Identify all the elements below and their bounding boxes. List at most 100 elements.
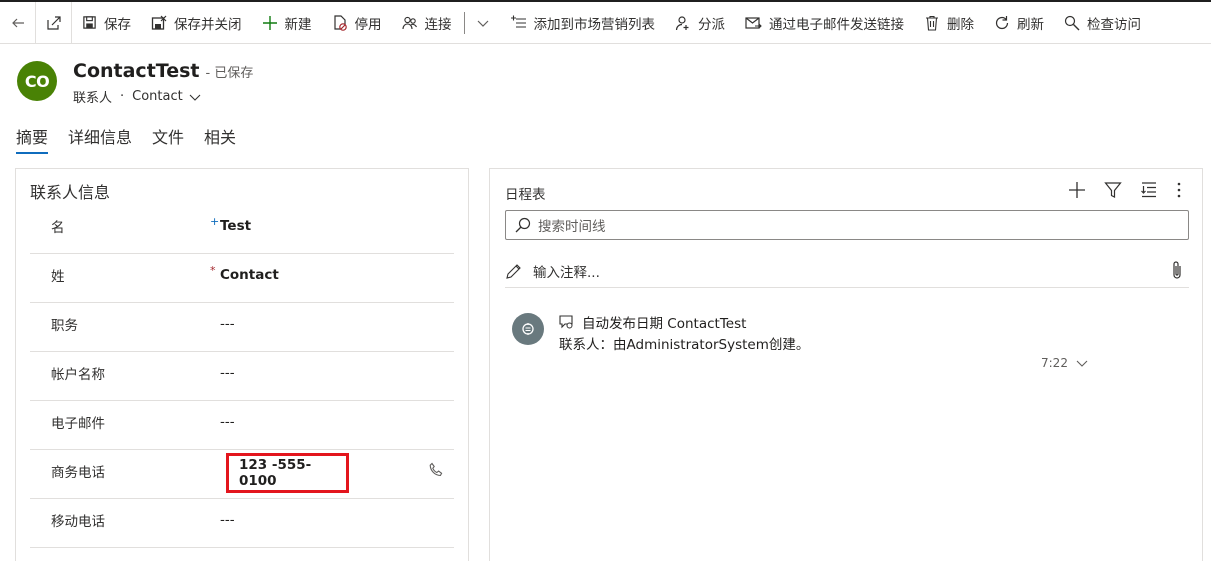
paperclip-icon[interactable] [1171, 260, 1183, 280]
timeline-search-input[interactable]: 搜索时间线 [505, 210, 1189, 240]
more-options-icon[interactable] [1176, 181, 1182, 199]
note-input[interactable]: 输入注释... [505, 255, 1189, 288]
avatar: CO [17, 61, 57, 101]
deactivate-button[interactable]: 停用 [322, 2, 392, 43]
email-link-button[interactable]: 通过电子邮件发送链接 [735, 2, 914, 43]
form-selector[interactable]: 联系人 · Contact [73, 87, 201, 106]
field-mobile-phone: 移动电话 --- [30, 499, 454, 548]
deactivate-icon [333, 14, 347, 31]
connect-label: 连接 [424, 16, 452, 33]
assign-button[interactable]: 分派 [665, 2, 735, 43]
search-placeholder: 搜索时间线 [538, 219, 606, 235]
save-and-close-label: 保存并关闭 [174, 16, 242, 33]
tab-files[interactable]: 文件 [152, 124, 184, 154]
mobile-phone-input[interactable]: --- [220, 512, 235, 528]
section-title: 联系人信息 [30, 183, 111, 202]
last-name-input[interactable]: Contact [220, 267, 279, 283]
activity-time-text: 7:22 [1041, 356, 1068, 370]
save-status: - 已保存 [205, 66, 254, 81]
chevron-down-icon [189, 94, 201, 101]
field-label: 移动电话 [51, 514, 105, 530]
chevron-down-icon [477, 20, 488, 27]
check-access-button[interactable]: 检查访问 [1054, 2, 1151, 43]
field-label: 职务 [51, 318, 78, 334]
field-label: 帐户名称 [51, 367, 105, 383]
activity-avatar [512, 313, 544, 345]
record-title-row: ContactTest - 已保存 [73, 60, 253, 82]
trash-icon [926, 15, 938, 31]
open-in-new-window-button[interactable] [36, 2, 72, 43]
field-email: 电子邮件 --- [30, 401, 454, 450]
separator-dot: · [120, 89, 125, 104]
entity-name: 联系人 [73, 91, 113, 106]
delete-button[interactable]: 删除 [914, 2, 984, 43]
field-last-name: 姓 * Contact [30, 254, 454, 303]
add-to-marketing-list-label: 添加到市场营销列表 [533, 16, 656, 33]
field-account-name: 帐户名称 --- [30, 352, 454, 401]
required-indicator: * [210, 264, 216, 277]
post-type-icon [559, 315, 573, 329]
refresh-button[interactable]: 刷新 [984, 2, 1054, 43]
account-name-lookup[interactable]: --- [220, 365, 235, 381]
search-icon [515, 217, 531, 233]
field-label: 名 [51, 220, 65, 236]
field-job-title: 职务 --- [30, 303, 454, 352]
email-link-label: 通过电子邮件发送链接 [769, 16, 904, 33]
sort-list-icon[interactable] [1140, 181, 1158, 199]
email-link-icon [745, 16, 762, 29]
save-label: 保存 [104, 16, 131, 33]
business-phone-input[interactable]: 123 -555-0100 [226, 453, 349, 493]
add-to-marketing-list-button[interactable]: 添加到市场营销列表 [501, 2, 666, 43]
phone-icon[interactable] [428, 462, 444, 478]
list-add-icon [510, 15, 526, 28]
post-icon [522, 323, 534, 335]
email-input[interactable]: --- [220, 414, 235, 430]
back-button[interactable] [0, 2, 36, 43]
more-connect-options-button[interactable] [471, 2, 501, 43]
recommended-indicator: + [210, 215, 220, 228]
job-title-input[interactable]: --- [220, 316, 235, 332]
activity-description: 联系人：由AdministratorSystem创建。 [559, 337, 810, 353]
check-access-label: 检查访问 [1087, 16, 1141, 33]
save-button[interactable]: 保存 [72, 2, 141, 43]
command-bar: 保存 保存并关闭 新建 停用 连接 添加到市场营销列表 分派 通过电子邮件发送链… [0, 0, 1211, 44]
page-title: ContactTest [73, 60, 200, 82]
form-name: Contact [132, 89, 183, 104]
first-name-input[interactable]: Test [220, 218, 251, 234]
field-first-name: 名 + Test [30, 205, 454, 254]
assign-label: 分派 [698, 16, 725, 33]
timeline-section: 日程表 搜索时间线 输入注释... 自动发布日期 ContactTest 联系人… [489, 168, 1203, 561]
connect-button[interactable]: 连接 [392, 2, 462, 43]
save-and-close-icon [151, 15, 167, 30]
assign-user-icon [675, 15, 689, 30]
activity-timestamp[interactable]: 7:22 [1041, 356, 1088, 370]
toolbar-divider [463, 11, 465, 34]
plus-icon [262, 15, 277, 30]
field-label: 电子邮件 [51, 416, 105, 432]
arrow-left-icon [11, 18, 24, 27]
deactivate-label: 停用 [354, 16, 382, 33]
tab-details[interactable]: 详细信息 [68, 124, 132, 154]
tab-related[interactable]: 相关 [204, 124, 236, 154]
save-and-close-button[interactable]: 保存并关闭 [141, 2, 252, 43]
pencil-icon [506, 263, 521, 279]
plus-icon[interactable] [1068, 181, 1086, 199]
tab-summary[interactable]: 摘要 [16, 124, 49, 154]
new-label: 新建 [284, 16, 312, 33]
activity-title-text: 自动发布日期 ContactTest [582, 316, 747, 332]
refresh-label: 刷新 [1017, 16, 1044, 33]
timeline-actions [1050, 181, 1182, 199]
timeline-title: 日程表 [505, 187, 546, 203]
delete-label: 删除 [947, 16, 974, 33]
filter-icon[interactable] [1104, 181, 1122, 199]
activity-title: 自动发布日期 ContactTest [558, 312, 746, 332]
refresh-icon [995, 15, 1009, 29]
search-person-icon [1064, 15, 1080, 30]
open-in-new-window-icon [46, 15, 61, 30]
chevron-down-icon [1076, 360, 1088, 367]
people-icon [401, 16, 417, 29]
contact-info-section: 联系人信息 名 + Test 姓 * Contact 职务 --- 帐户名称 -… [15, 168, 469, 561]
field-label: 姓 [51, 269, 65, 285]
note-placeholder: 输入注释... [533, 265, 600, 281]
new-button[interactable]: 新建 [252, 2, 322, 43]
